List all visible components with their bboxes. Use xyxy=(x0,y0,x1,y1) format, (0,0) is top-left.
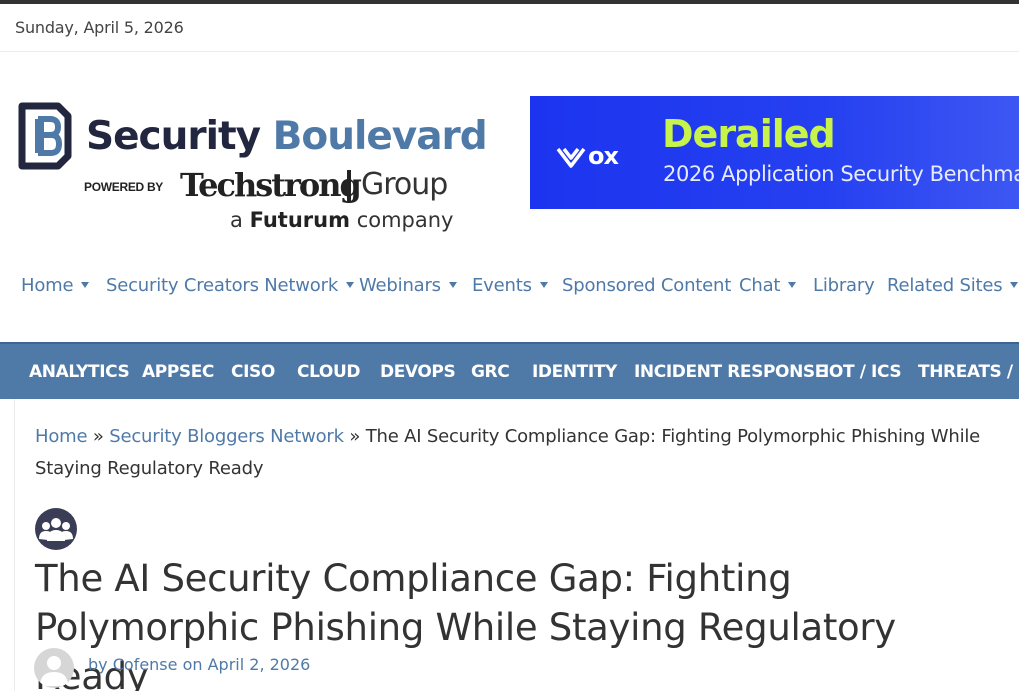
logo-separator xyxy=(347,170,351,202)
category-nav: ANALYTICS APPSEC CISO CLOUD DEVOPS GRC I… xyxy=(0,342,1019,399)
chevron-down-icon xyxy=(788,282,797,288)
publish-date[interactable]: April 2, 2026 xyxy=(208,655,311,674)
byline: by Cofense on April 2, 2026 xyxy=(88,655,311,674)
nav-related-sites[interactable]: Related Sites xyxy=(887,275,1019,296)
logo-powered-by: POWERED BY xyxy=(84,180,164,194)
security-boulevard-logo-icon xyxy=(18,102,72,170)
logo-futurum-line: a Futurum company xyxy=(230,208,454,232)
nav-webinars[interactable]: Webinars xyxy=(359,275,457,296)
category-incident-response[interactable]: INCIDENT RESPONSE xyxy=(634,362,826,382)
category-analytics[interactable]: ANALYTICS xyxy=(29,362,130,382)
category-ciso[interactable]: CISO xyxy=(231,362,275,382)
logo-group: Group xyxy=(361,167,448,202)
nav-events[interactable]: Events xyxy=(472,275,548,296)
user-icon xyxy=(40,656,68,686)
author-avatar[interactable] xyxy=(34,648,74,688)
chevron-down-icon xyxy=(81,282,90,288)
breadcrumb-home[interactable]: Home xyxy=(35,426,88,447)
nav-chat[interactable]: Chat xyxy=(739,275,797,296)
breadcrumb-separator: » xyxy=(92,426,104,447)
logo-wordmark: Security Boulevard xyxy=(86,114,488,159)
category-identity[interactable]: IDENTITY xyxy=(532,362,617,382)
chevron-down-icon xyxy=(448,282,457,288)
category-grc[interactable]: GRC xyxy=(471,362,510,382)
ad-banner[interactable]: ox Derailed 2026 Application Security Be… xyxy=(530,96,1019,209)
chevron-down-icon xyxy=(539,282,548,288)
chevron-down-icon xyxy=(1010,282,1019,288)
nav-home[interactable]: Home xyxy=(21,275,90,296)
breadcrumb: Home » Security Bloggers Network » The A… xyxy=(35,421,1010,485)
chevron-down-icon xyxy=(346,282,355,288)
ad-headline: Derailed xyxy=(662,112,836,156)
primary-nav: Home Security Creators Network Webinars … xyxy=(0,270,1019,306)
category-devops[interactable]: DEVOPS xyxy=(380,362,456,382)
breadcrumb-security-bloggers-network[interactable]: Security Bloggers Network xyxy=(109,426,344,447)
logo-techstrong: Techstrong xyxy=(180,166,362,204)
category-cloud[interactable]: CLOUD xyxy=(297,362,360,382)
ad-subtitle: 2026 Application Security Benchmark xyxy=(663,162,1019,186)
current-date: Sunday, April 5, 2026 xyxy=(15,18,184,37)
breadcrumb-separator: » xyxy=(349,426,361,447)
nav-library[interactable]: Library xyxy=(813,275,875,296)
community-icon[interactable] xyxy=(34,507,78,551)
category-iot-ics[interactable]: IOT / ICS xyxy=(823,362,902,382)
date-bar: Sunday, April 5, 2026 xyxy=(0,4,1019,52)
ox-logo-icon xyxy=(556,147,586,168)
nav-security-creators-network[interactable]: Security Creators Network xyxy=(106,275,355,296)
author-link[interactable]: Cofense xyxy=(113,655,178,674)
category-threats-breaches[interactable]: THREATS / BREACHES xyxy=(918,362,1019,382)
site-logo[interactable]: Security Boulevard POWERED BY Techstrong… xyxy=(14,100,488,240)
nav-sponsored-content[interactable]: Sponsored Content xyxy=(562,275,731,296)
category-appsec[interactable]: APPSEC xyxy=(142,362,214,382)
ad-brand-logo: ox xyxy=(556,142,619,170)
